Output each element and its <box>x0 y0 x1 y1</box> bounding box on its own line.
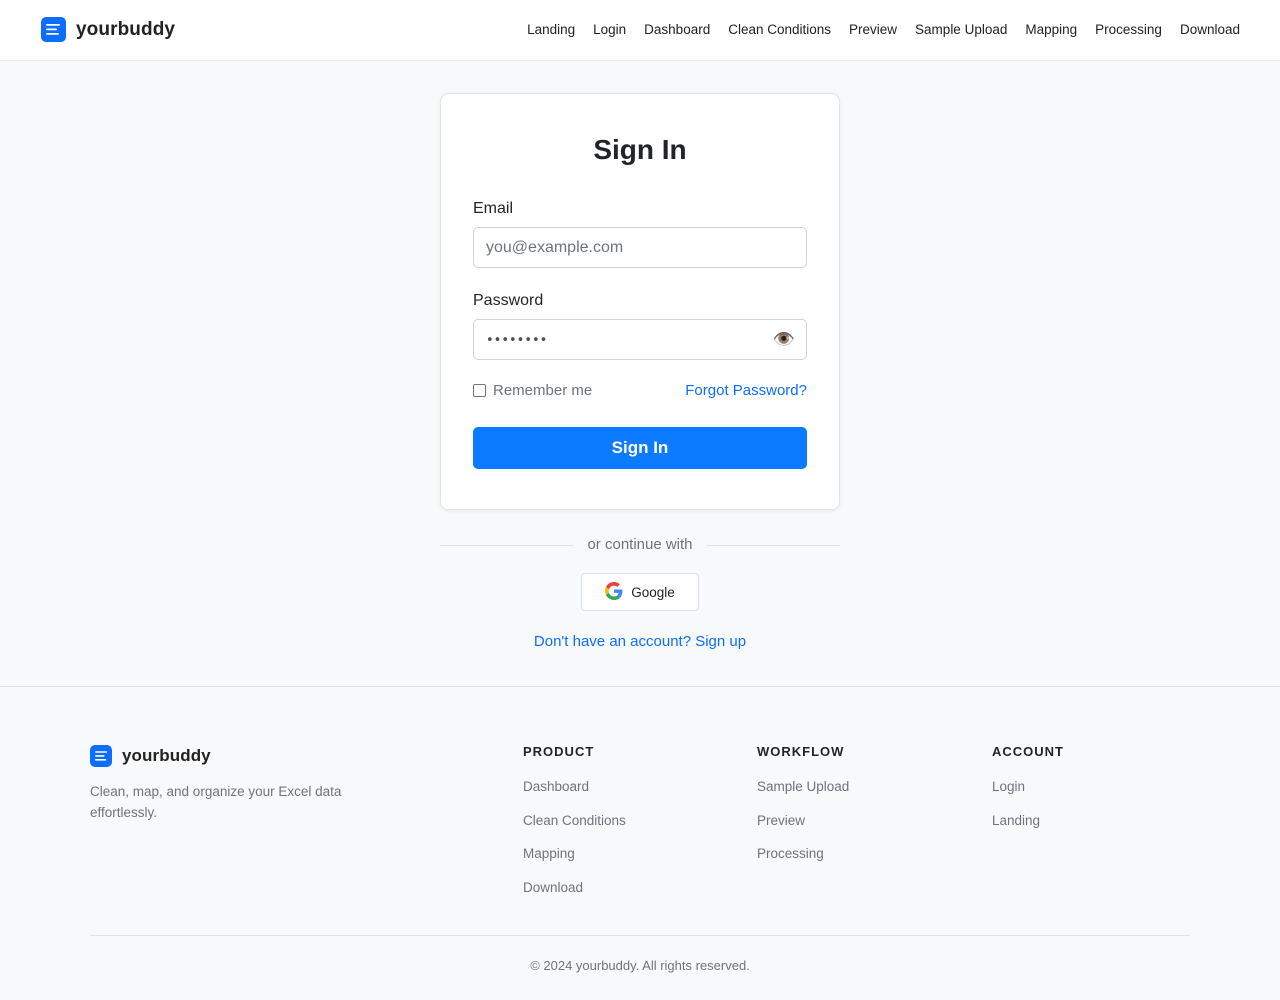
nav-link-processing[interactable]: Processing <box>1095 22 1162 38</box>
remember-me: Remember me <box>473 382 592 399</box>
nav-link-sample-upload[interactable]: Sample Upload <box>915 22 1007 38</box>
remember-label[interactable]: Remember me <box>493 382 592 399</box>
nav-link-clean-conditions[interactable]: Clean Conditions <box>728 22 831 38</box>
google-signin-button[interactable]: Google <box>581 573 699 611</box>
password-wrapper: •••••••• 👁️ <box>473 319 807 360</box>
footer-copyright: © 2024 yourbuddy. All rights reserved. <box>530 958 750 973</box>
main-nav: Landing Login Dashboard Clean Conditions… <box>527 22 1240 38</box>
footer-column-title: ACCOUNT <box>992 744 1064 759</box>
footer-column-product: PRODUCT Dashboard Clean Conditions Mappi… <box>523 744 626 914</box>
footer-column-workflow: WORKFLOW Sample Upload Preview Processin… <box>757 744 849 880</box>
brand-logo[interactable]: yourbuddy <box>41 17 175 42</box>
signup-row: Don't have an account? Sign up <box>0 633 1280 651</box>
password-field[interactable]: •••••••• <box>473 319 807 360</box>
footer: yourbuddy Clean, map, and organize your … <box>0 686 1280 1000</box>
forgot-password-link[interactable]: Forgot Password? <box>685 382 807 399</box>
nav-link-mapping[interactable]: Mapping <box>1025 22 1077 38</box>
password-label: Password <box>473 292 544 309</box>
footer-link-dashboard[interactable]: Dashboard <box>523 779 626 813</box>
footer-link-landing[interactable]: Landing <box>992 813 1064 847</box>
footer-link-preview[interactable]: Preview <box>757 813 849 847</box>
footer-brand-name: yourbuddy <box>122 746 211 765</box>
footer-column-account: ACCOUNT Login Landing <box>992 744 1064 846</box>
eye-icon[interactable]: 👁️ <box>773 328 795 350</box>
nav-link-dashboard[interactable]: Dashboard <box>644 22 710 38</box>
footer-column-title: WORKFLOW <box>757 744 845 759</box>
google-icon <box>605 581 623 603</box>
nav-link-landing[interactable]: Landing <box>527 22 575 38</box>
footer-link-login[interactable]: Login <box>992 779 1064 813</box>
brand-name: yourbuddy <box>76 18 176 40</box>
signin-button[interactable]: Sign In <box>473 427 807 469</box>
footer-link-mapping[interactable]: Mapping <box>523 846 626 880</box>
footer-link-clean-conditions[interactable]: Clean Conditions <box>523 813 626 847</box>
nav-link-download[interactable]: Download <box>1180 22 1240 38</box>
footer-link-download[interactable]: Download <box>523 880 626 914</box>
nav-link-preview[interactable]: Preview <box>849 22 897 38</box>
top-header: yourbuddy Landing Login Dashboard Clean … <box>0 0 1280 61</box>
footer-tagline: Clean, map, and organize your Excel data… <box>90 784 342 820</box>
document-lines-icon <box>90 745 112 767</box>
email-label: Email <box>473 200 514 217</box>
email-field[interactable] <box>473 227 807 268</box>
nav-link-login[interactable]: Login <box>593 22 626 38</box>
footer-link-processing[interactable]: Processing <box>757 846 849 880</box>
footer-link-sample-upload[interactable]: Sample Upload <box>757 779 849 813</box>
google-button-label: Google <box>631 584 675 600</box>
signin-card: Sign In Email Password •••••••• 👁️ Remem… <box>440 93 840 510</box>
or-divider: or continue with <box>440 536 840 554</box>
remember-checkbox[interactable] <box>473 384 486 397</box>
footer-brand[interactable]: yourbuddy <box>90 745 211 767</box>
footer-divider <box>90 935 1190 936</box>
document-lines-icon <box>41 17 66 42</box>
signup-link[interactable]: Don't have an account? Sign up <box>534 633 746 650</box>
footer-column-title: PRODUCT <box>523 744 595 759</box>
page-title: Sign In <box>593 134 687 165</box>
divider-line-right <box>707 545 840 546</box>
